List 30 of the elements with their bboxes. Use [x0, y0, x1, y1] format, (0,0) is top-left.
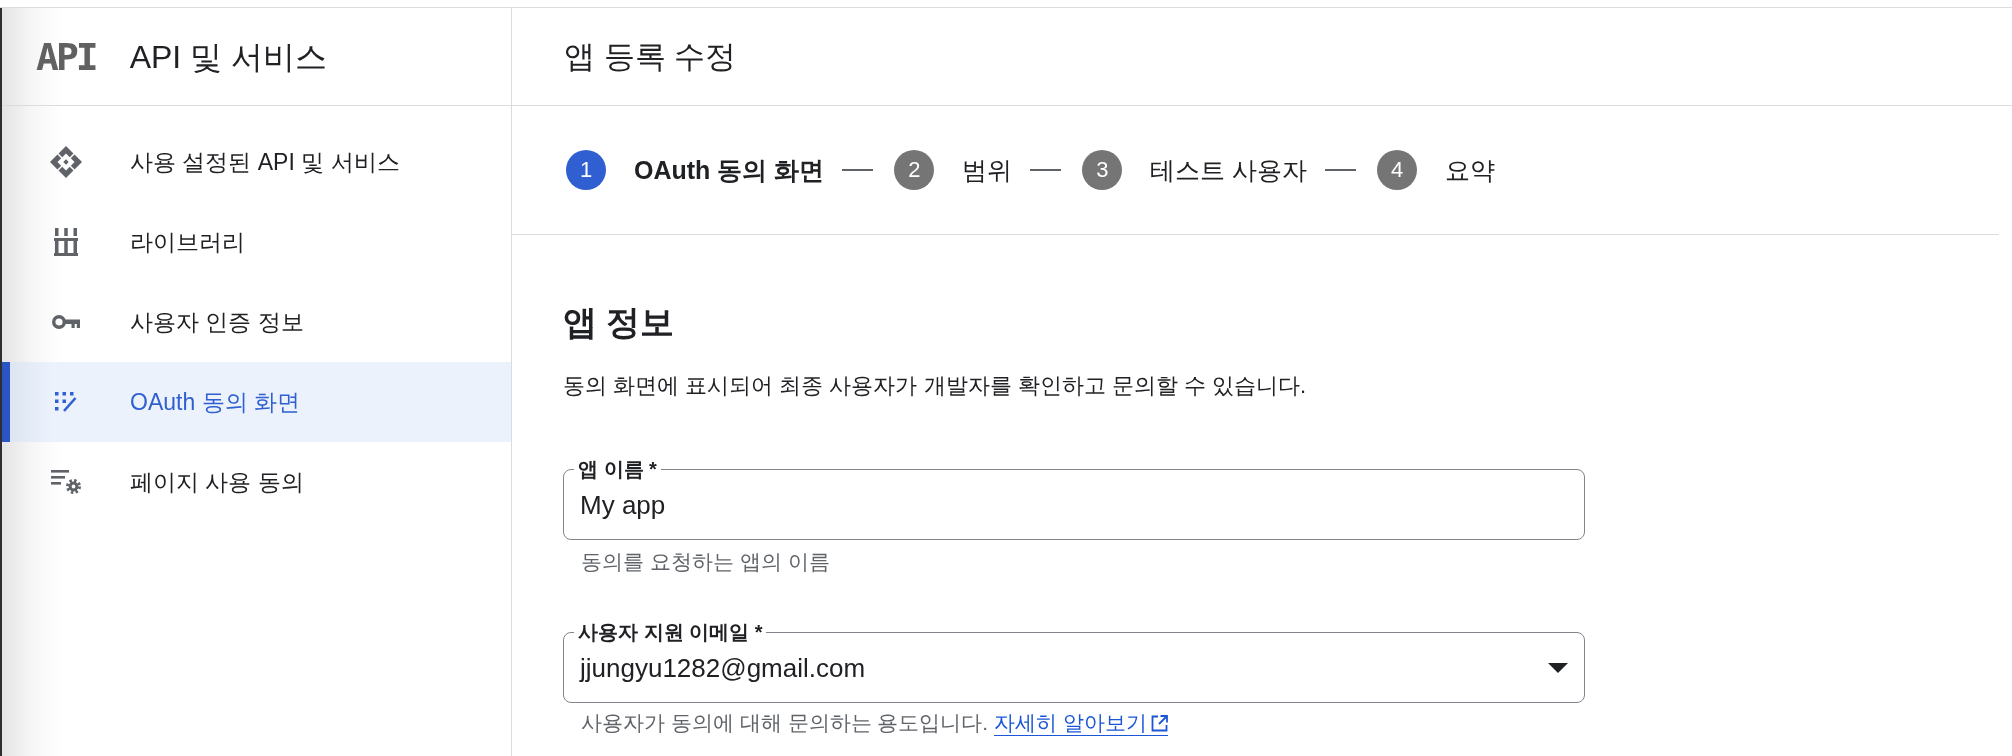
api-diamond-icon [50, 146, 82, 178]
sidebar-item[interactable]: 라이브러리 [2, 202, 511, 282]
section-title: 앱 정보 [563, 302, 675, 343]
step-number: 1 [566, 150, 606, 190]
sidebar-title: API 및 서비스 [129, 37, 327, 77]
section-description: 동의 화면에 표시되어 최종 사용자가 개발자를 확인하고 문의할 수 있습니다. [563, 372, 1307, 400]
sidebar-item[interactable]: 페이지 사용 동의 [2, 442, 511, 522]
step-number: 4 [1377, 150, 1418, 190]
helper-text: 동의를 요청하는 앱의 이름 [581, 549, 830, 575]
dropdown-field[interactable]: 사용자 지원 이메일 * jjungyu1282@gmail.com [563, 620, 1585, 703]
list-gear-icon [51, 470, 81, 494]
page-title: 앱 등록 수정 [564, 37, 737, 76]
step-label: 범위 [962, 154, 1013, 186]
helper-text: 사용자가 동의에 대해 문의하는 용도입니다. 자세히 알아보기 [581, 710, 1168, 736]
learn-more-link[interactable]: 자세히 알아보기 [994, 711, 1168, 736]
step-label: 테스트 사용자 [1150, 154, 1308, 186]
step-number: 3 [1082, 150, 1123, 190]
key-icon [52, 314, 80, 330]
external-link-icon [1150, 714, 1168, 732]
sidebar-item[interactable]: 사용자 인증 정보 [2, 282, 511, 362]
step-number: 2 [894, 150, 935, 190]
sidebar-item[interactable]: OAuth 동의 화면 [2, 362, 511, 442]
step-label: 요약 [1445, 154, 1496, 186]
grid-pencil-icon [55, 392, 77, 412]
logo-text: API [36, 36, 96, 77]
dropdown-arrow-icon [1548, 663, 1568, 673]
library-icon [54, 228, 78, 256]
sidebar-item[interactable]: 사용 설정된 API 및 서비스 [2, 122, 511, 202]
text-field[interactable]: 앱 이름 * My app [563, 457, 1585, 540]
step-label: OAuth 동의 화면 [634, 154, 825, 186]
